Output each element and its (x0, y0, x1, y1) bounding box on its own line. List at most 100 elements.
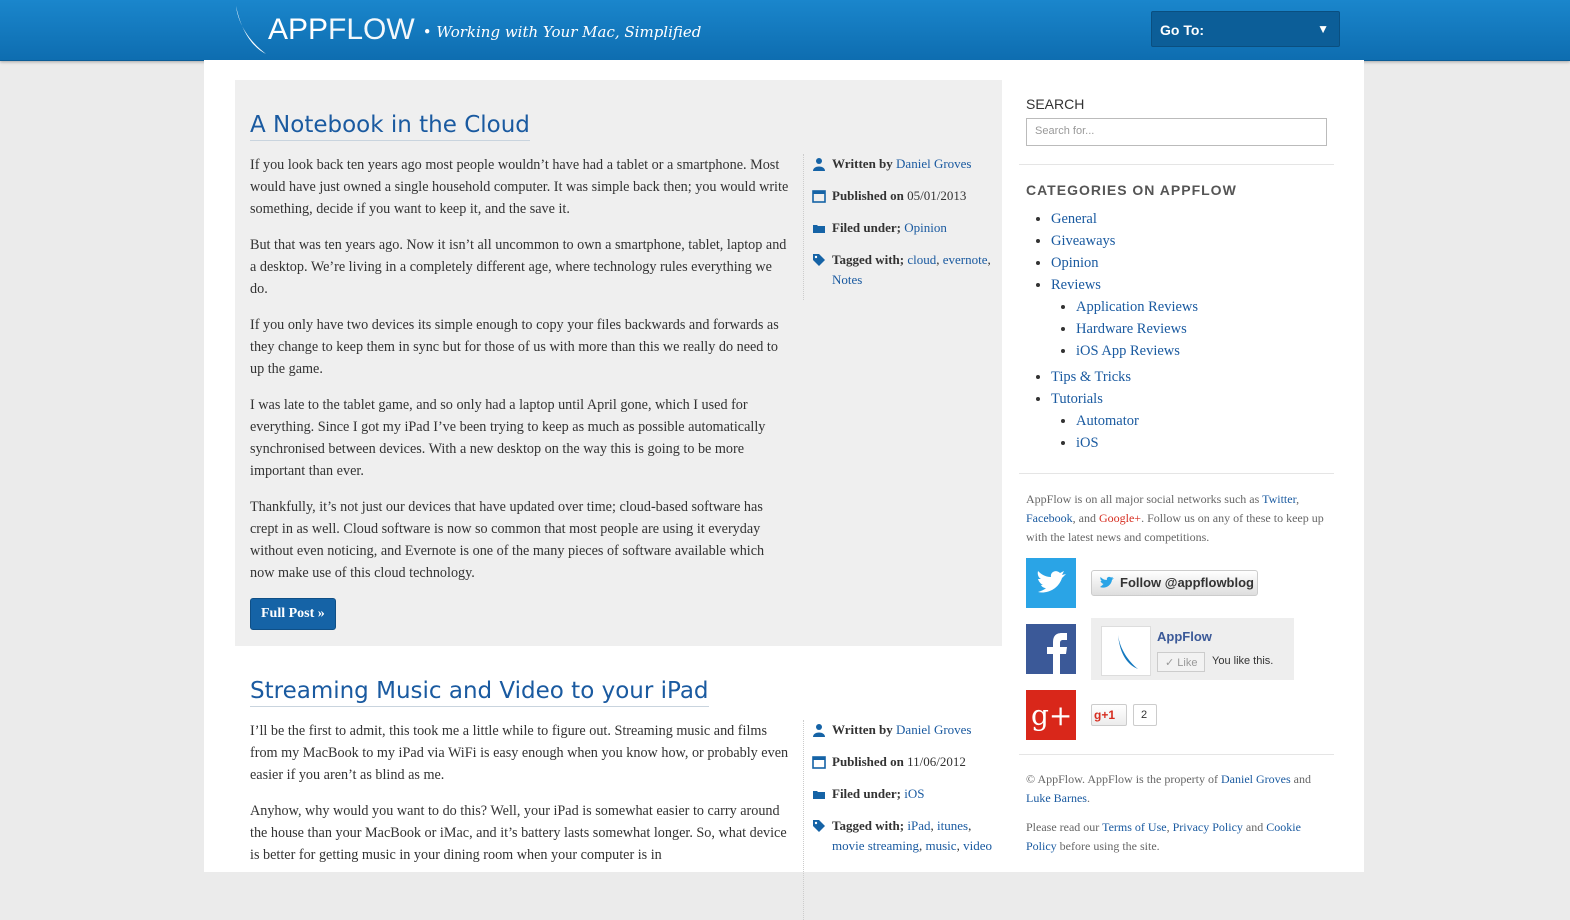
google-plus-count: 2 (1133, 704, 1157, 726)
post-paragraph: I was late to the tablet game, and so on… (250, 397, 766, 479)
post-meta: Written by Daniel Groves Published on 05… (803, 154, 997, 300)
post-paragraph: Thankfully, it’s not just our devices th… (250, 499, 765, 581)
copyright-text: © AppFlow. AppFlow is the property of Da… (1026, 772, 1311, 805)
twitter-icon[interactable] (1026, 558, 1076, 608)
tag-link[interactable]: video (963, 838, 992, 853)
terms-link[interactable]: Terms of Use (1102, 820, 1166, 834)
facebook-like-button[interactable]: ✓ Like (1157, 652, 1205, 672)
list-item: Application Reviews (1076, 296, 1198, 318)
list-item: iOS (1076, 432, 1198, 454)
category-general[interactable]: General (1051, 211, 1097, 227)
list-item: Hardware Reviews (1076, 318, 1198, 340)
list-item: Tips & Tricks (1051, 366, 1198, 388)
post-title[interactable]: Streaming Music and Video to your iPad (250, 678, 709, 707)
tag-link[interactable]: iPad (907, 818, 930, 833)
category-opinion[interactable]: Opinion (1051, 255, 1099, 271)
subcategory-list: Automator iOS (1051, 410, 1198, 454)
tag-link[interactable]: cloud (907, 252, 936, 267)
categories-title: CATEGORIES ON APPFLOW (1026, 182, 1237, 198)
appflow-thumbnail (1101, 626, 1151, 676)
category-link[interactable]: Opinion (904, 220, 947, 235)
calendar-icon (812, 190, 826, 203)
post-title-link[interactable]: A Notebook in the Cloud (250, 112, 530, 138)
owner-link[interactable]: Luke Barnes (1026, 791, 1087, 805)
tag-link[interactable]: itunes (937, 818, 968, 833)
meta-date: Published on 11/06/2012 (812, 752, 997, 772)
svg-text:g+: g+ (1031, 699, 1072, 732)
tag-link[interactable]: music (926, 838, 957, 853)
post-body: I’ll be the first to admit, this took me… (250, 720, 790, 880)
site-tagline: • Working with Your Mac, Simplified (422, 23, 702, 41)
chevron-down-icon: ▼ (1317, 22, 1329, 36)
facebook-page-link[interactable]: AppFlow (1157, 629, 1212, 644)
full-post-button[interactable]: Full Post » (250, 598, 336, 630)
subcategory-list: Application Reviews Hardware Reviews iOS… (1051, 296, 1198, 362)
post-paragraph: But that was ten years ago. Now it isn’t… (250, 237, 787, 297)
facebook-like-box: AppFlow ✓ Like You like this. (1091, 618, 1294, 680)
tag-icon (813, 820, 825, 832)
tag-link[interactable]: Notes (832, 272, 862, 287)
goto-label: Go To: (1160, 22, 1205, 38)
privacy-link[interactable]: Privacy Policy (1173, 820, 1243, 834)
site-logo[interactable]: APPFLOW • Working with Your Mac, Simplif… (232, 4, 701, 56)
post-card: Streaming Music and Video to your iPad I… (235, 648, 1002, 920)
social-intro: AppFlow is on all major social networks … (1026, 492, 1324, 544)
list-item: Giveaways (1051, 230, 1198, 252)
post-card: A Notebook in the Cloud If you look back… (235, 80, 1002, 646)
post-title[interactable]: A Notebook in the Cloud (250, 112, 530, 141)
category-automator[interactable]: Automator (1076, 413, 1139, 429)
goto-dropdown[interactable]: Go To: ▼ (1151, 11, 1340, 47)
post-paragraph: If you only have two devices its simple … (250, 317, 779, 377)
search-input[interactable]: Search for... (1026, 118, 1327, 146)
top-bar: APPFLOW • Working with Your Mac, Simplif… (0, 0, 1570, 61)
post-body: If you look back ten years ago most peop… (250, 154, 790, 598)
category-ios[interactable]: iOS (1076, 435, 1099, 451)
list-item: Opinion (1051, 252, 1198, 274)
category-ios-app-reviews[interactable]: iOS App Reviews (1076, 343, 1180, 359)
folder-icon (813, 225, 825, 233)
meta-category: Filed under; iOS (812, 784, 997, 804)
page-container: A Notebook in the Cloud If you look back… (204, 60, 1364, 920)
calendar-icon (812, 756, 826, 769)
google-plus-one-button[interactable]: g+1 (1091, 704, 1127, 726)
facebook-like-status: You like this. (1212, 655, 1274, 667)
list-item: iOS App Reviews (1076, 340, 1198, 362)
post-paragraph: Anyhow, why would you want to do this? W… (250, 803, 787, 863)
tag-link[interactable]: movie streaming (832, 838, 919, 853)
logo-text: APPFLOW (268, 13, 415, 46)
post-meta: Written by Daniel Groves Published on 11… (803, 720, 997, 920)
category-hardware-reviews[interactable]: Hardware Reviews (1076, 321, 1187, 337)
owner-link[interactable]: Daniel Groves (1221, 772, 1291, 786)
category-link[interactable]: iOS (904, 786, 924, 801)
gplus-link[interactable]: Google+ (1099, 511, 1141, 525)
tag-link[interactable]: evernote (943, 252, 988, 267)
category-tutorials[interactable]: Tutorials (1051, 391, 1103, 407)
tag-icon (813, 254, 825, 266)
list-item: Automator (1076, 410, 1198, 432)
category-application-reviews[interactable]: Application Reviews (1076, 299, 1198, 315)
meta-author: Written by Daniel Groves (812, 154, 997, 174)
list-item: General (1051, 208, 1198, 230)
list-item: Reviews Application Reviews Hardware Rev… (1051, 274, 1198, 362)
meta-author: Written by Daniel Groves (812, 720, 997, 740)
post-title-link[interactable]: Streaming Music and Video to your iPad (250, 678, 709, 704)
author-link[interactable]: Daniel Groves (896, 722, 971, 737)
list-item: Tutorials Automator iOS (1051, 388, 1198, 454)
appflow-logo-icon (236, 6, 266, 54)
meta-category: Filed under; Opinion (812, 218, 997, 238)
facebook-link[interactable]: Facebook (1026, 511, 1073, 525)
facebook-icon[interactable] (1026, 624, 1076, 674)
category-tips[interactable]: Tips & Tricks (1051, 369, 1131, 385)
meta-tags: Tagged with; iPad, itunes, movie streami… (812, 816, 997, 856)
twitter-follow-button[interactable]: Follow @appflowblog (1091, 570, 1258, 596)
twitter-bird-icon (1100, 576, 1114, 588)
google-plus-icon[interactable]: g+ (1026, 690, 1076, 740)
author-link[interactable]: Daniel Groves (896, 156, 971, 171)
folder-icon (813, 791, 825, 799)
meta-date: Published on 05/01/2013 (812, 186, 997, 206)
divider (1019, 473, 1334, 474)
user-icon (813, 158, 825, 171)
twitter-link[interactable]: Twitter (1262, 492, 1296, 506)
category-reviews[interactable]: Reviews (1051, 277, 1101, 293)
category-giveaways[interactable]: Giveaways (1051, 233, 1115, 249)
